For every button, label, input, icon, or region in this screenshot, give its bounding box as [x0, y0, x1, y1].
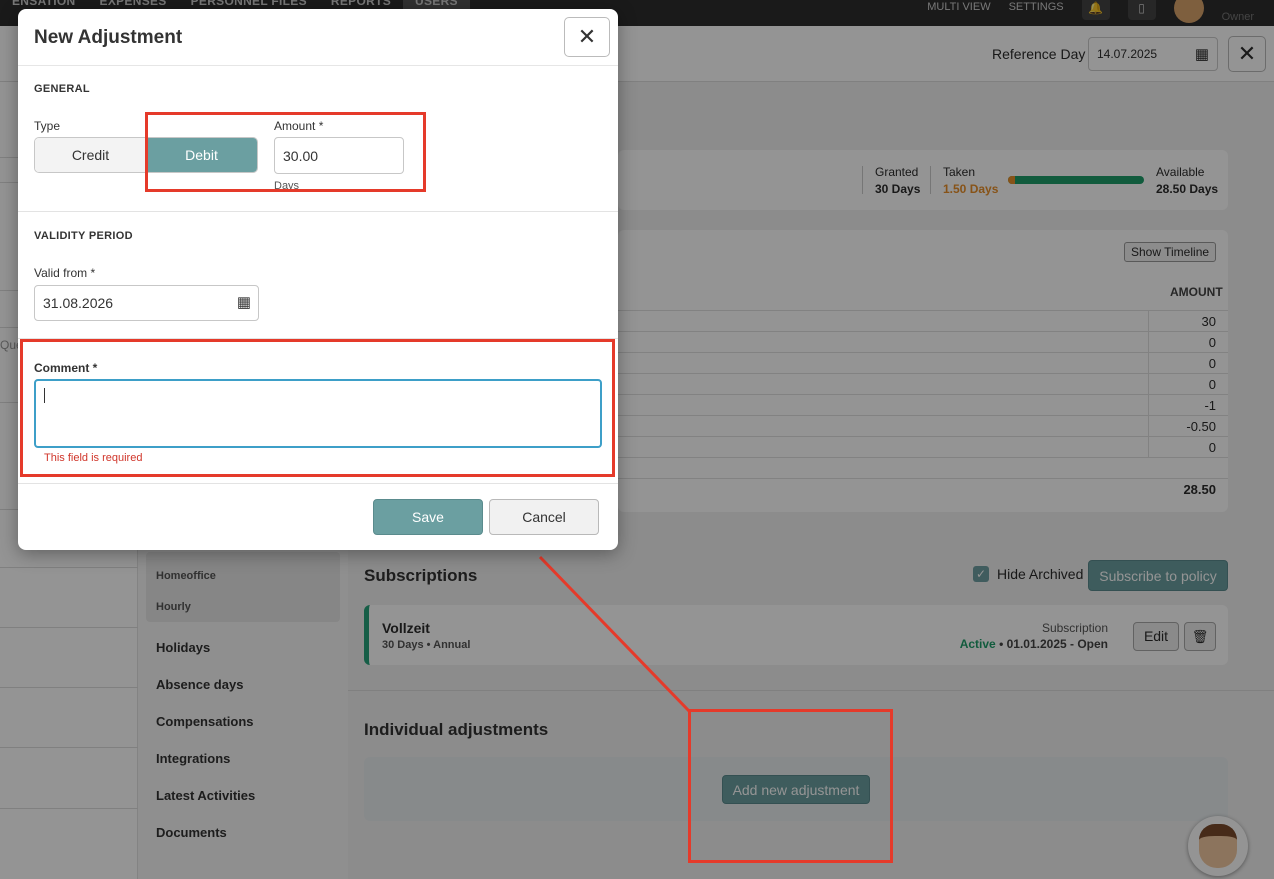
valid-from-value: 31.08.2026: [43, 295, 114, 311]
valid-from-label: Valid from *: [34, 266, 96, 280]
calendar-icon[interactable]: ▦: [237, 293, 251, 311]
general-section-title: GENERAL: [34, 83, 90, 95]
type-label: Type: [34, 119, 61, 133]
validity-section-title: VALIDITY PERIOD: [34, 230, 133, 242]
modal-title: New Adjustment: [34, 27, 183, 48]
credit-option[interactable]: Credit: [35, 138, 146, 172]
modal-header: New Adjustment ✕: [18, 9, 618, 66]
cancel-button[interactable]: Cancel: [489, 499, 599, 535]
divider: [18, 483, 618, 484]
divider: [18, 211, 618, 212]
close-icon[interactable]: ✕: [564, 17, 610, 57]
annotation-box-comment: [20, 339, 615, 477]
save-button[interactable]: Save: [373, 499, 483, 535]
valid-from-input[interactable]: 31.08.2026 ▦: [34, 285, 259, 321]
annotation-box-type-amount: [145, 112, 426, 192]
annotation-box-add-adjustment: [688, 709, 893, 863]
